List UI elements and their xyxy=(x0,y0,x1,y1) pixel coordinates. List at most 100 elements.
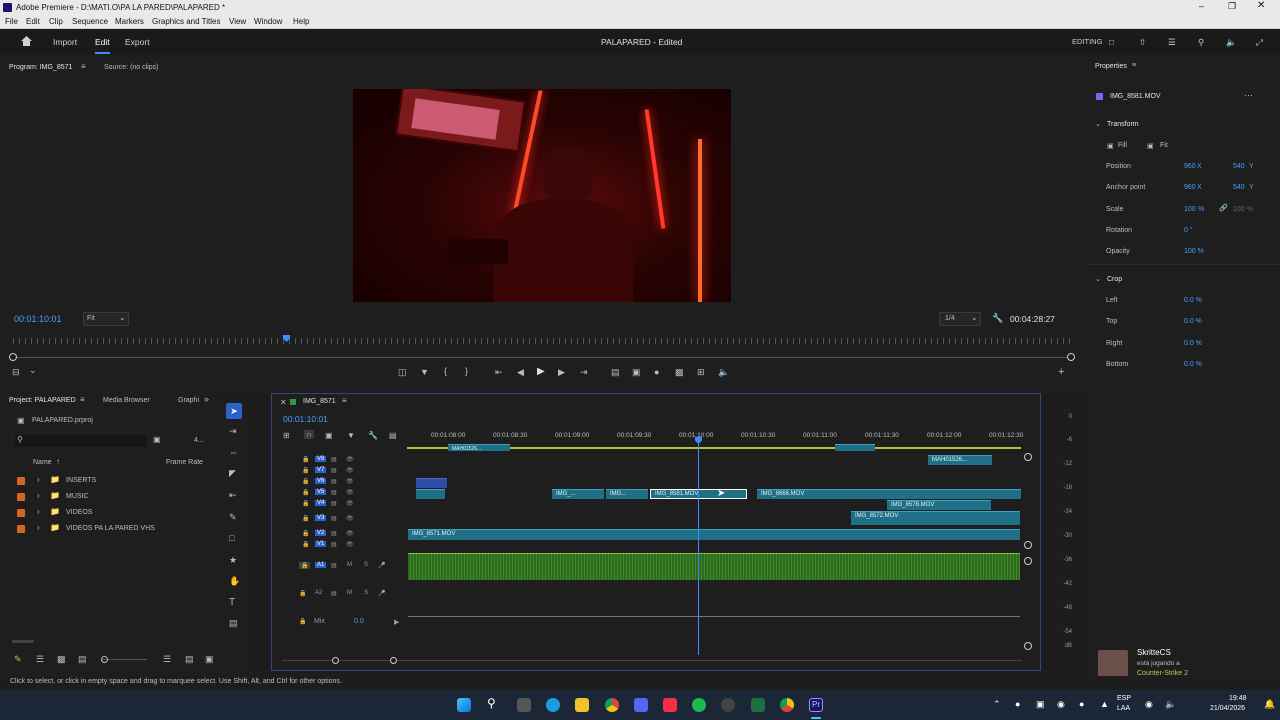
lock-icon[interactable]: 🔒 xyxy=(299,618,306,625)
scale-value[interactable]: 100 xyxy=(1184,206,1196,213)
eye-icon[interactable]: 👁 xyxy=(346,456,354,463)
captions-icon[interactable]: ▤ xyxy=(389,431,397,440)
volume-icon[interactable]: 🔈 xyxy=(1226,37,1237,48)
eye-icon[interactable]: 👁 xyxy=(346,500,354,507)
clock-time[interactable]: 19:48 xyxy=(1229,695,1247,702)
timeline-menu-icon[interactable]: ≡ xyxy=(342,396,347,405)
scroll-handle[interactable] xyxy=(1024,642,1032,650)
crop-label[interactable]: Crop xyxy=(1107,276,1122,283)
sync-icon[interactable]: ▤ xyxy=(331,456,337,463)
rotation-value[interactable]: 0 ° xyxy=(1184,227,1193,234)
opacity-value[interactable]: 100 % xyxy=(1184,248,1204,255)
extract-clip-icon[interactable]: ▣ xyxy=(632,367,641,378)
tray-icon[interactable]: ▣ xyxy=(1036,699,1045,710)
chrome-icon[interactable] xyxy=(605,698,619,712)
scrub-bar[interactable] xyxy=(13,357,1071,358)
project-tab[interactable]: Project: PALAPARED xyxy=(9,397,76,404)
friend-notification[interactable]: SkritteCS está jugando a Counter-Strike … xyxy=(1095,646,1280,680)
wrench-icon[interactable]: 🔧 xyxy=(368,431,378,440)
camera-icon[interactable]: ● xyxy=(654,367,659,377)
menu-sequence[interactable]: Sequence xyxy=(72,17,108,26)
track-label[interactable]: V6 xyxy=(315,478,327,484)
lock-icon[interactable]: 🔒 xyxy=(299,562,311,569)
lock-icon[interactable]: 🔒 xyxy=(302,541,309,548)
expand-icon[interactable]: › xyxy=(37,475,40,484)
sync-icon[interactable]: ▤ xyxy=(331,467,337,474)
linked-selection-icon[interactable]: ▣ xyxy=(325,431,333,440)
clip[interactable]: MAH01526... xyxy=(928,455,992,465)
eye-icon[interactable]: 👁 xyxy=(346,467,354,474)
menu-view[interactable]: View xyxy=(229,17,246,26)
anchor-y[interactable]: 540 xyxy=(1233,184,1245,191)
panel-icon[interactable]: □ xyxy=(1109,37,1114,47)
add-button-icon[interactable]: + xyxy=(1058,366,1064,378)
language-1[interactable]: ESP xyxy=(1117,695,1131,702)
timeline-tab-close-icon[interactable]: ✕ xyxy=(280,398,287,407)
name-column-header[interactable]: Name xyxy=(33,459,52,466)
menu-graphics[interactable]: Graphics and Titles xyxy=(152,17,220,26)
crop-top-value[interactable]: 0.0 % xyxy=(1184,318,1202,325)
expand-icon[interactable]: › xyxy=(37,523,40,532)
icon-view-icon[interactable]: ▩ xyxy=(57,654,66,665)
eye-icon[interactable]: 👁 xyxy=(346,489,354,496)
clip[interactable]: IMG... xyxy=(606,489,648,499)
mute-button[interactable]: M xyxy=(347,562,352,568)
position-x[interactable]: 960 xyxy=(1184,163,1196,170)
track-label[interactable]: V3 xyxy=(315,515,327,521)
excel-icon[interactable] xyxy=(751,698,765,712)
chrome-icon-2[interactable] xyxy=(780,698,794,712)
transform-label[interactable]: Transform xyxy=(1107,121,1139,128)
track-label[interactable]: V8 xyxy=(315,456,327,462)
menu-window[interactable]: Window xyxy=(254,17,282,26)
scroll-handle[interactable] xyxy=(1024,453,1032,461)
discord-icon[interactable] xyxy=(634,698,648,712)
source-tab[interactable]: Source: (no clips) xyxy=(104,64,158,71)
minimize-icon[interactable]: – xyxy=(1199,1,1204,11)
sort-arrow-icon[interactable]: ↑ xyxy=(56,457,60,466)
microphone-icon[interactable]: 🎤 xyxy=(378,562,385,569)
sync-icon[interactable]: ▤ xyxy=(331,478,337,485)
resolution-select[interactable]: 1/4 ⌄ xyxy=(939,312,981,326)
track-label[interactable]: V2 xyxy=(315,530,327,536)
double-chevron-icon[interactable]: » xyxy=(204,394,209,404)
chevron-down-icon[interactable]: ⌄ xyxy=(1095,120,1101,128)
step-back-icon[interactable]: ◀ xyxy=(517,367,524,378)
mix-value[interactable]: 0.0 xyxy=(354,618,364,625)
search-input[interactable]: ⚲ xyxy=(15,435,147,447)
go-to-in-icon[interactable]: ⇤ xyxy=(495,367,503,378)
insert-nest-icon[interactable]: ⊞ xyxy=(283,431,290,440)
snap-icon[interactable]: ∩ xyxy=(304,430,314,439)
timeline-ruler[interactable]: 00:01:08:00 00:01:08:30 00:01:09:00 00:0… xyxy=(409,432,1029,444)
notification-icon[interactable]: 🔔 xyxy=(1264,699,1275,710)
language-2[interactable]: LAA xyxy=(1117,705,1130,712)
media-browser-tab[interactable]: Media Browser xyxy=(103,397,150,404)
fill-label[interactable]: Fill xyxy=(1118,142,1127,149)
premiere-icon[interactable]: Pr xyxy=(809,698,823,712)
new-item-icon[interactable]: ▣ xyxy=(205,654,214,665)
edge-icon[interactable] xyxy=(546,698,560,712)
clock-date[interactable]: 21/04/2026 xyxy=(1210,705,1245,712)
crop-right-value[interactable]: 0.0 % xyxy=(1184,340,1202,347)
chevron-down-icon[interactable]: ⌄ xyxy=(1095,275,1101,283)
type-tool-icon[interactable]: T xyxy=(229,597,235,608)
clip[interactable]: MAH01526... xyxy=(448,444,510,451)
horizontal-scrollbar[interactable] xyxy=(12,640,34,643)
close-icon[interactable]: ✕ xyxy=(1257,0,1265,11)
windows-start-icon[interactable] xyxy=(457,698,471,712)
clip[interactable] xyxy=(835,444,875,451)
zoom-select[interactable]: Fit ⌄ xyxy=(83,312,129,326)
automate-icon[interactable]: ▤ xyxy=(185,654,194,665)
audio-clip[interactable] xyxy=(408,553,1020,580)
clip[interactable]: IMG_8571.MOV xyxy=(408,529,1020,540)
more-options-icon[interactable]: ⋯ xyxy=(1244,90,1253,101)
track-label[interactable]: A2 xyxy=(315,590,322,596)
program-timecode[interactable]: 00:01:10:01 xyxy=(14,314,62,324)
framerate-column-header[interactable]: Frame Rate xyxy=(166,459,203,466)
fullscreen-icon[interactable]: ⤢ xyxy=(1256,37,1263,48)
ripple-edit-tool-icon[interactable]: ⇔ xyxy=(229,447,238,457)
clip[interactable]: IMG_... xyxy=(552,489,604,499)
multicam-icon[interactable]: ⊞ xyxy=(697,367,705,378)
properties-menu-icon[interactable]: ≡ xyxy=(1132,62,1136,69)
search-icon[interactable]: ⚲ xyxy=(487,696,501,710)
chevron-down-icon[interactable]: ⌄ xyxy=(29,365,37,376)
